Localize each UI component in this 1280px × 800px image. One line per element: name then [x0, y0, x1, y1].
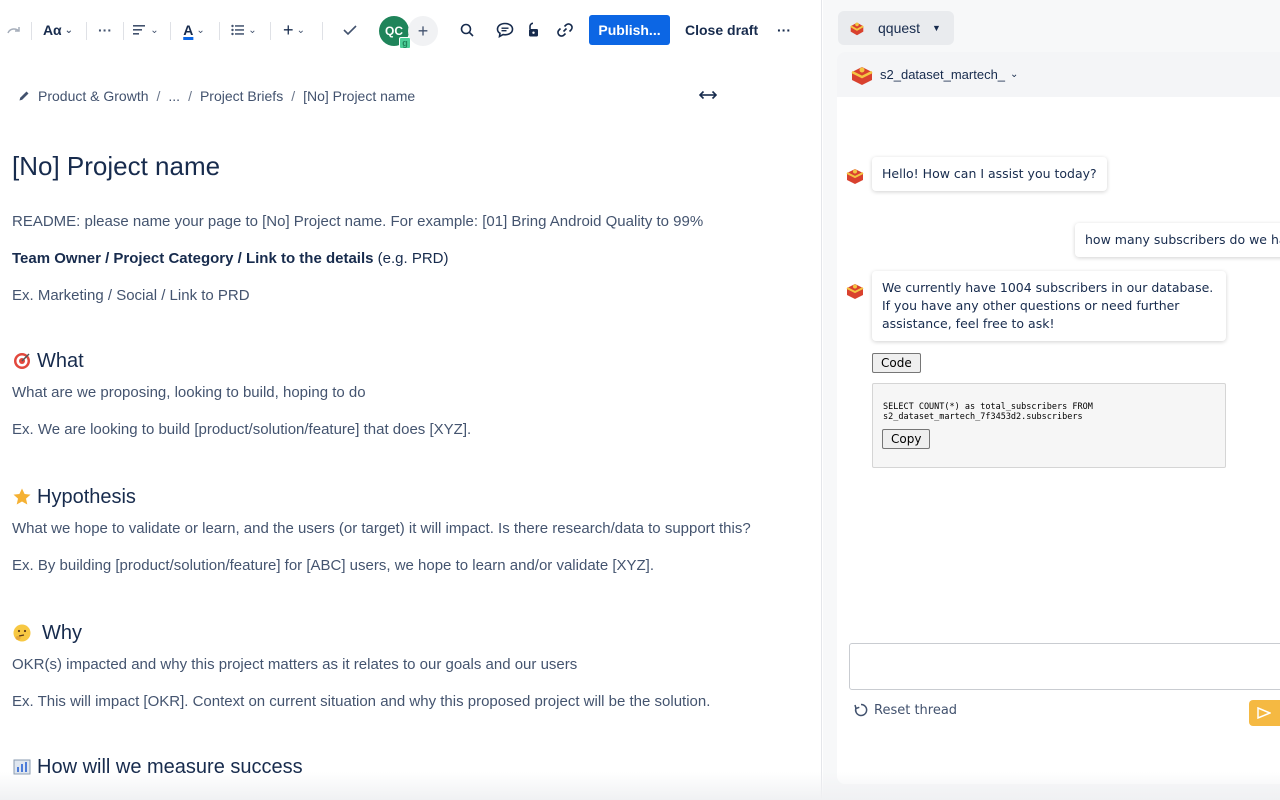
code-block: SELECT COUNT(*) as total_subscribers FRO… [872, 383, 1226, 468]
workspace-selector[interactable]: qquest ▼ [838, 11, 954, 45]
send-button[interactable] [1249, 700, 1280, 726]
section-body[interactable]: What we hope to validate or learn, and t… [12, 516, 752, 542]
breadcrumb-item-parent[interactable]: Project Briefs [200, 88, 283, 104]
avatar-initials: QC [385, 24, 403, 38]
more-formatting-button[interactable]: ··· [94, 14, 116, 46]
section-body[interactable]: OKR(s) impacted and why this project mat… [12, 652, 752, 678]
chevron-down-icon: ⌄ [150, 24, 159, 36]
bot-message: Hello! How can I assist you today? [872, 157, 1107, 191]
section-heading-why[interactable]: Why [12, 619, 752, 647]
section-example[interactable]: Ex. By building [product/solution/featur… [12, 553, 752, 579]
chat-window: s2_dataset_martech_ ⌄ Hello! How can I a… [837, 52, 1280, 784]
star-icon [13, 488, 31, 505]
editor: Aα ⌄ ··· ⌄ A ⌄ ⌄ + ⌄ QC g + Publish... C… [0, 0, 822, 800]
reset-thread-label: Reset thread [874, 702, 958, 718]
readme-text[interactable]: README: please name your page to [No] Pr… [12, 209, 752, 235]
user-message: how many subscribers do we ha [1075, 223, 1280, 257]
qquest-logo-icon [850, 22, 864, 36]
workspace-name: qquest [878, 20, 921, 36]
code-toggle-button[interactable]: Code [872, 353, 921, 373]
more-actions-button[interactable]: ··· [773, 14, 795, 46]
breadcrumb-separator: / [156, 88, 161, 104]
plus-icon: + [283, 19, 294, 40]
bot-message: We currently have 1004 subscribers in ou… [872, 271, 1226, 341]
text-color-icon: A [183, 22, 194, 38]
owner-line-bold: Team Owner / Project Category / Link to … [12, 250, 374, 267]
section-title: What [37, 350, 84, 372]
check-icon[interactable] [340, 14, 360, 46]
text-style-button[interactable]: Aα ⌄ [40, 14, 76, 46]
link-icon[interactable] [555, 14, 575, 46]
chat-input[interactable] [849, 643, 1280, 690]
unlock-icon[interactable] [524, 14, 544, 46]
add-collaborator-button[interactable]: + [408, 16, 438, 46]
sql-code[interactable]: SELECT COUNT(*) as total_subscribers FRO… [883, 402, 1093, 422]
text-style-label: Aα [42, 22, 62, 38]
dataset-name: s2_dataset_martech_ [880, 67, 1006, 82]
owner-line-rest: (e.g. PRD) [373, 250, 449, 267]
breadcrumb-separator: / [188, 88, 192, 104]
chevron-down-icon: ⌄ [196, 24, 205, 36]
thinking-face-icon [13, 624, 31, 642]
breadcrumb: Product & Growth / ... / Project Briefs … [18, 88, 415, 104]
dataset-selector[interactable]: s2_dataset_martech_ ⌄ [837, 52, 1280, 97]
avatar[interactable]: QC g [379, 16, 411, 49]
chevron-down-icon: ⌄ [248, 24, 257, 36]
redo-icon[interactable] [4, 14, 24, 46]
section-title: Why [42, 622, 82, 644]
caret-down-icon: ▼ [932, 23, 941, 33]
section-title: Hypothesis [37, 486, 136, 508]
copy-button[interactable]: Copy [882, 429, 931, 449]
section-body[interactable]: What are we proposing, looking to build,… [12, 380, 752, 406]
assistant-panel: qquest ▼ s2_dataset_martech_ ⌄ Hello! Ho… [823, 0, 1280, 800]
page-content[interactable]: [No] Project name README: please name yo… [12, 148, 752, 781]
bot-avatar-icon [846, 284, 864, 299]
breadcrumb-item-space[interactable]: Product & Growth [38, 88, 149, 104]
page-title[interactable]: [No] Project name [12, 148, 752, 184]
dataset-icon [851, 66, 873, 85]
editor-toolbar: Aα ⌄ ··· ⌄ A ⌄ ⌄ + ⌄ QC g + Publish... C… [0, 10, 821, 50]
reset-thread-button[interactable]: Reset thread [853, 702, 957, 718]
search-icon[interactable] [457, 14, 477, 46]
edit-pencil-icon [19, 91, 29, 101]
bottom-fade [0, 772, 1280, 800]
insert-button[interactable]: + ⌄ [279, 14, 309, 46]
plus-icon: + [417, 20, 429, 41]
section-example[interactable]: Ex. This will impact [OKR]. Context on c… [12, 689, 752, 715]
close-draft-button[interactable]: Close draft [685, 22, 758, 38]
chevron-down-icon: ⌄ [1010, 69, 1019, 80]
expand-width-icon[interactable] [698, 88, 718, 105]
publish-button[interactable]: Publish... [589, 15, 670, 45]
align-left-icon [133, 25, 146, 35]
section-example[interactable]: Ex. We are looking to build [product/sol… [12, 417, 752, 443]
breadcrumb-item-current[interactable]: [No] Project name [303, 88, 415, 104]
target-icon [14, 353, 30, 369]
section-heading-hypothesis[interactable]: Hypothesis [12, 483, 752, 511]
chevron-down-icon: ⌄ [64, 24, 74, 36]
text-color-button[interactable]: A ⌄ [178, 14, 210, 46]
bullet-list-icon [231, 24, 245, 36]
owner-example[interactable]: Ex. Marketing / Social / Link to PRD [12, 283, 752, 309]
section-heading-what[interactable]: What [12, 347, 752, 375]
send-icon [1257, 707, 1271, 719]
breadcrumb-separator: / [291, 88, 296, 104]
list-button[interactable]: ⌄ [228, 14, 260, 46]
breadcrumb-item-ellipsis[interactable]: ... [168, 88, 180, 104]
bot-avatar-icon [846, 169, 864, 184]
alignment-button[interactable]: ⌄ [131, 14, 161, 46]
chevron-down-icon: ⌄ [296, 24, 305, 36]
owner-line[interactable]: Team Owner / Project Category / Link to … [12, 246, 752, 272]
comment-icon[interactable] [494, 14, 516, 46]
reset-icon [854, 703, 868, 717]
